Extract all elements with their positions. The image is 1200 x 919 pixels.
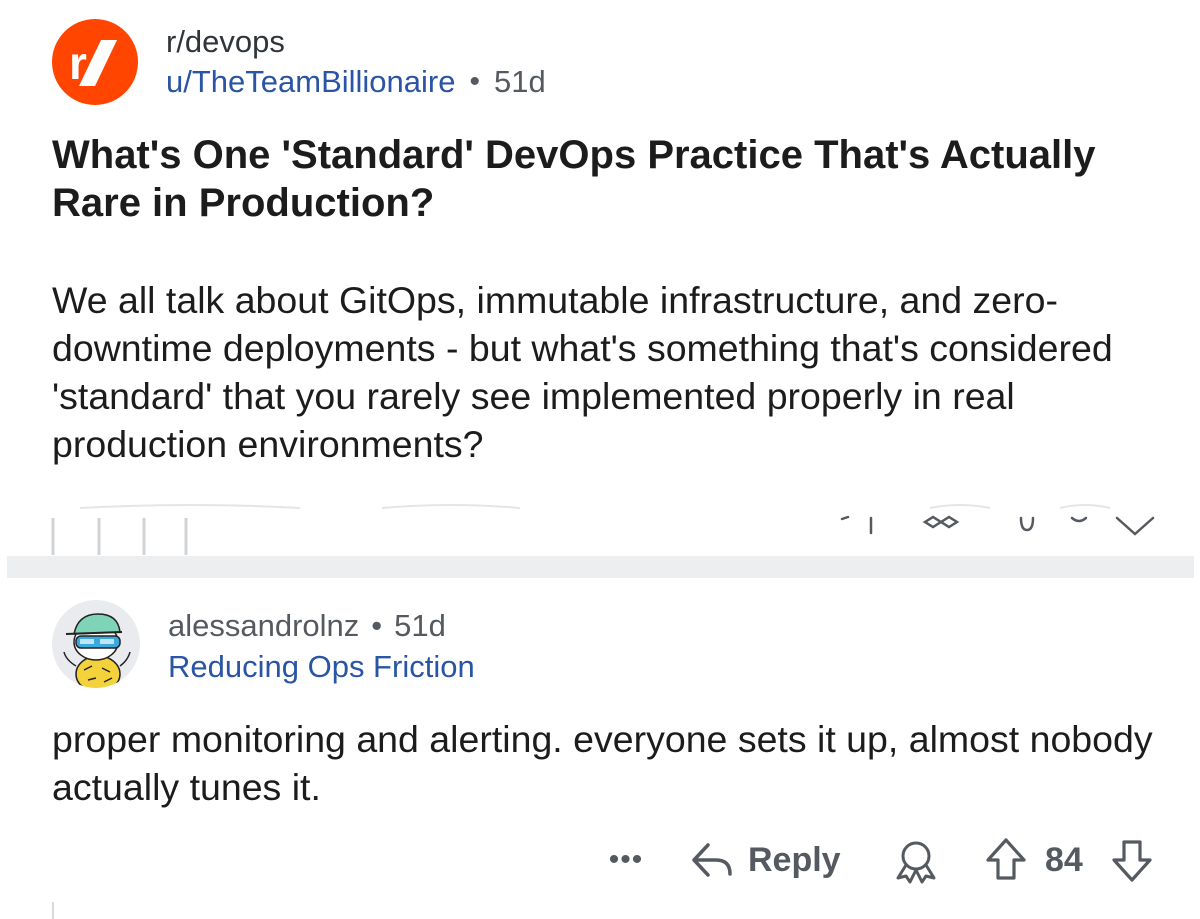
subreddit-avatar[interactable]: r	[52, 19, 138, 105]
comment-avatar[interactable]	[52, 600, 140, 688]
more-options-button[interactable]: •••	[600, 840, 652, 880]
section-divider	[7, 556, 1194, 578]
award-icon	[896, 841, 936, 884]
upvote-button[interactable]	[984, 836, 1028, 884]
comment-age: 51d	[394, 608, 446, 643]
comment-author[interactable]: alessandrolnz	[168, 606, 359, 646]
comment-meta: alessandrolnz • 51d	[168, 606, 446, 646]
reply-label: Reply	[748, 840, 841, 879]
vote-score: 84	[1045, 841, 1083, 879]
user-flair: Reducing Ops Friction	[168, 649, 475, 684]
post-author[interactable]: u/TheTeamBillionaire	[166, 62, 455, 102]
meta-separator: •	[469, 65, 480, 98]
downvote-button[interactable]	[1110, 836, 1154, 884]
cut-action-bar-graphic	[51, 504, 1155, 555]
post-meta: u/TheTeamBillionaire • 51d	[166, 62, 546, 102]
post-title: What's One 'Standard' DevOps Practice Th…	[52, 133, 1096, 225]
thread-line	[52, 902, 54, 919]
post-age: 51d	[494, 64, 546, 99]
meta-separator: •	[371, 608, 383, 643]
comment-body: proper monitoring and alerting. everyone…	[52, 718, 1153, 808]
subreddit-name[interactable]: r/devops	[166, 22, 285, 62]
reply-arrow-icon	[692, 843, 732, 877]
reply-button[interactable]: Reply	[690, 836, 841, 884]
post-action-bar-cut	[0, 500, 1200, 555]
reddit-r-slash-icon: r	[69, 37, 117, 89]
downvote-arrow-icon	[1112, 840, 1152, 882]
snoo-avatar-icon	[63, 613, 131, 688]
post-body: We all talk about GitOps, immutable infr…	[52, 279, 1113, 465]
upvote-arrow-icon	[986, 838, 1026, 880]
award-button[interactable]	[892, 838, 940, 884]
